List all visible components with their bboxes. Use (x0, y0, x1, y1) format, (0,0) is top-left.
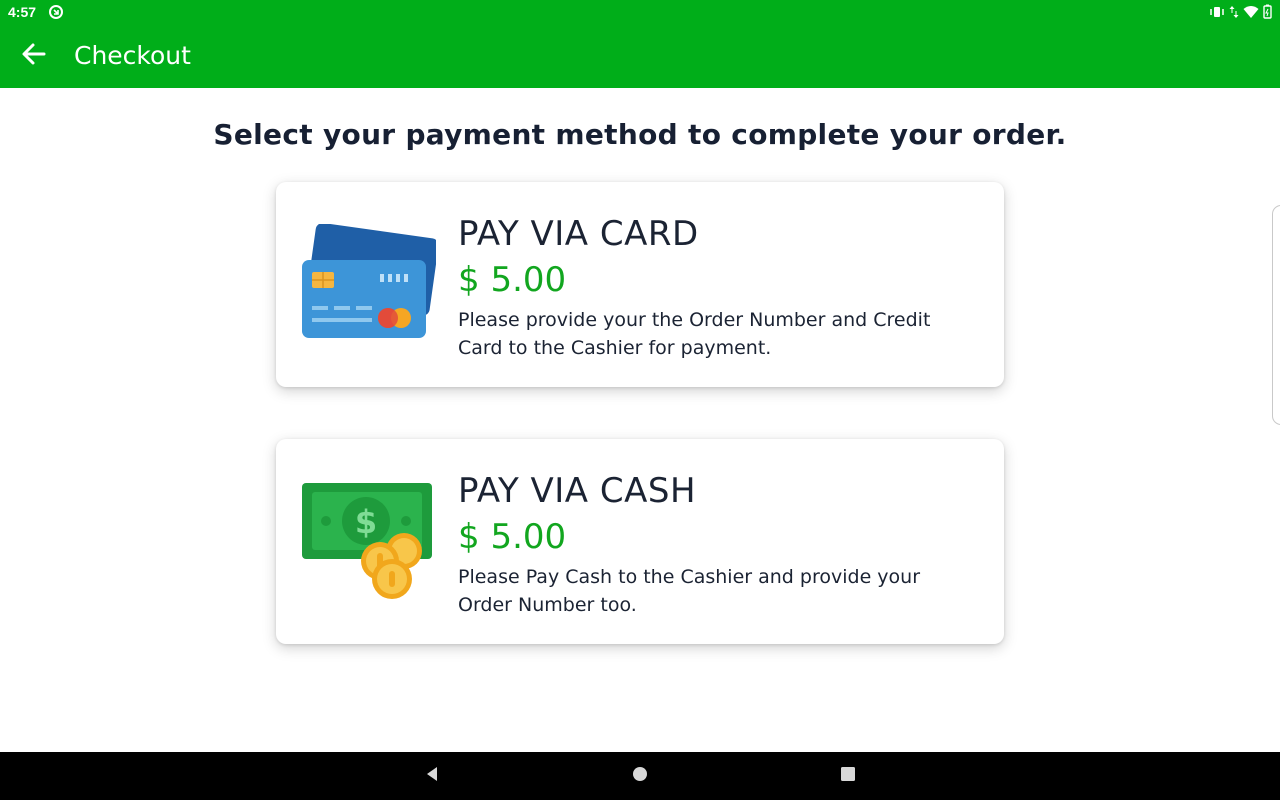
option-title: PAY VIA CASH (458, 471, 697, 511)
status-icons (1209, 4, 1272, 23)
option-title: PAY VIA CARD (458, 214, 699, 254)
circle-arrow-icon (48, 4, 64, 24)
status-bar: 4:57 (0, 0, 1280, 24)
home-circle-icon (632, 766, 648, 786)
option-price: $ 5.00 (458, 260, 567, 300)
edge-panel-handle[interactable] (1272, 205, 1280, 425)
nav-home-button[interactable] (628, 764, 652, 788)
arrow-left-icon (20, 40, 48, 72)
status-time: 4:57 (8, 4, 37, 20)
credit-card-icon (300, 222, 439, 354)
svg-text:$: $ (355, 503, 377, 541)
page-title: Checkout (74, 41, 191, 70)
pay-via-cash-option[interactable]: $ PAY VIA CASH $ 5.00 Please Pay Cash to… (276, 439, 1004, 644)
back-button[interactable] (10, 32, 58, 80)
system-nav-bar (0, 752, 1280, 800)
battery-icon (1263, 4, 1272, 23)
back-triangle-icon (424, 766, 440, 786)
wifi-icon (1243, 4, 1259, 23)
nav-recents-button[interactable] (836, 764, 860, 788)
payment-headline: Select your payment method to complete y… (213, 118, 1067, 151)
option-price: $ 5.00 (458, 517, 567, 557)
vibrate-icon (1209, 4, 1225, 23)
app-bar: Checkout (0, 24, 1280, 88)
recents-square-icon (840, 766, 856, 786)
pay-via-card-option[interactable]: PAY VIA CARD $ 5.00 Please provide your … (276, 182, 1004, 387)
nav-back-button[interactable] (420, 764, 444, 788)
cash-coins-icon: $ (300, 479, 436, 609)
option-description: Please Pay Cash to the Cashier and provi… (458, 566, 921, 616)
data-arrows-icon (1229, 4, 1239, 23)
option-description: Please provide your the Order Number and… (458, 309, 931, 359)
